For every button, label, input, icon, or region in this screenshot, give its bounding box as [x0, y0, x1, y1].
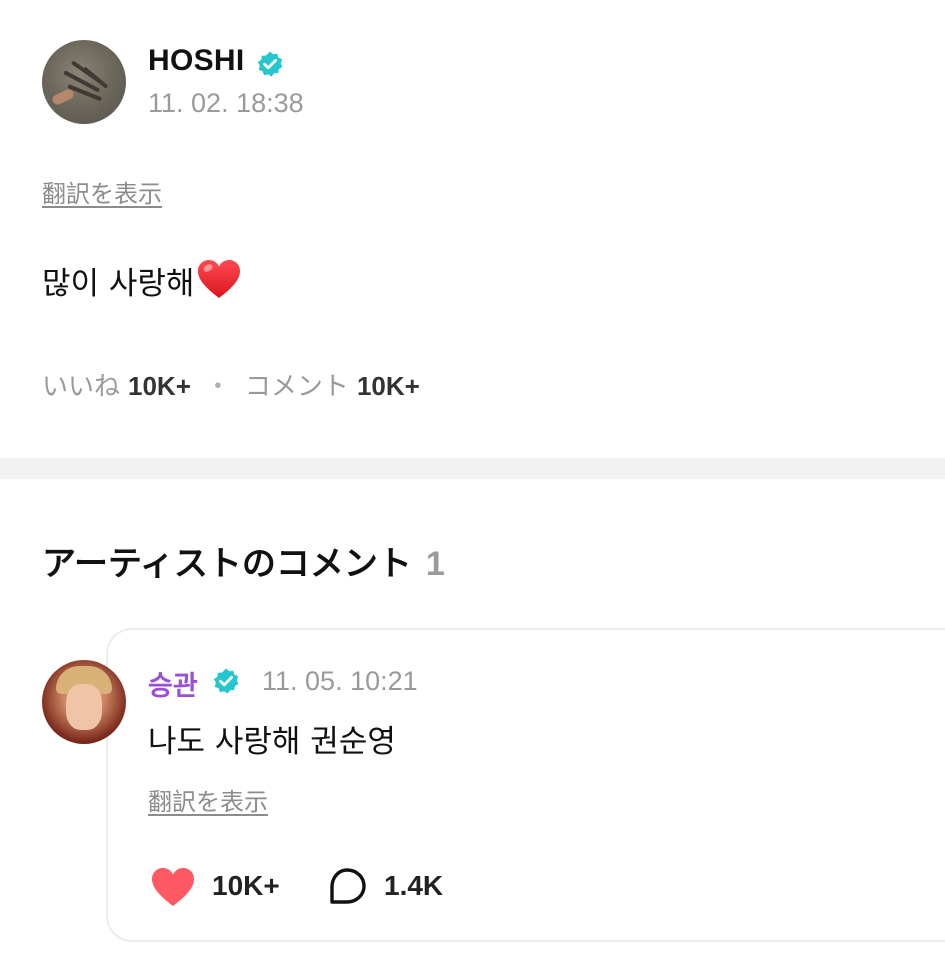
comment-reply-count[interactable]: 1.4K: [384, 870, 443, 902]
comment-like-count[interactable]: 10K+: [212, 870, 280, 902]
speech-bubble-icon[interactable]: [326, 866, 368, 908]
comments-count[interactable]: 10K+: [357, 371, 420, 401]
section-divider: [0, 458, 945, 479]
verified-badge-icon: [257, 51, 283, 77]
stats-separator: ・: [204, 372, 231, 402]
post-text: 많이 사랑해: [42, 266, 195, 302]
likes-label[interactable]: いいね: [42, 372, 120, 402]
post-body: 많이 사랑해: [42, 258, 242, 303]
show-translation-link[interactable]: 翻訳を表示: [42, 174, 162, 209]
heart-icon[interactable]: [150, 866, 196, 908]
artist-comments-title: アーティストのコメント 1: [42, 536, 445, 585]
comments-label[interactable]: コメント: [245, 372, 349, 402]
commenter-name[interactable]: 승관: [148, 664, 198, 703]
author-name[interactable]: HOSHI: [148, 44, 245, 78]
red-heart-emoji: [198, 260, 241, 298]
likes-count[interactable]: 10K+: [128, 371, 191, 401]
verified-badge-icon: [213, 668, 239, 694]
comment-body: 나도 사랑해 권순영: [148, 724, 396, 760]
comment-timestamp: 11. 05. 10:21: [262, 666, 418, 696]
comment-show-translation-link[interactable]: 翻訳を表示: [148, 782, 268, 817]
author-avatar[interactable]: [42, 40, 126, 124]
commenter-avatar[interactable]: [42, 660, 126, 744]
post-timestamp: 11. 02. 18:38: [148, 88, 304, 118]
artist-comments-heading: アーティストのコメント: [42, 544, 412, 584]
artist-comments-count: 1: [425, 545, 445, 583]
post: HOSHI 11. 02. 18:38 翻訳を表示 많이 사랑해 いいね 10K+…: [0, 0, 945, 458]
post-stats: いいね 10K+ ・コメント 10K+: [42, 366, 420, 403]
